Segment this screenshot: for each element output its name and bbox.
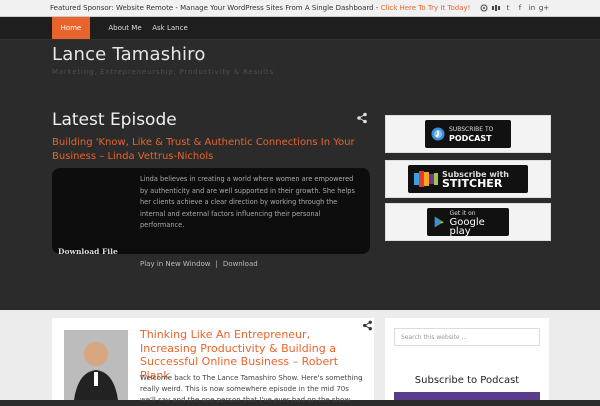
google-play-line2: Google play	[449, 216, 485, 237]
nav-about[interactable]: About Me	[108, 17, 142, 39]
link-separator: |	[215, 260, 218, 268]
sponsor-bar: Featured Sponsor: Website Remote - Manag…	[0, 0, 600, 17]
stitcher-line2: STITCHER	[442, 177, 503, 190]
download-link[interactable]: Download	[223, 260, 258, 268]
post-author-photo[interactable]	[64, 330, 128, 400]
itunes-subscribe-badge[interactable]: SUBSCRIBE TO PODCAST	[385, 115, 551, 153]
subscribe-heading: Subscribe to Podcast	[414, 375, 520, 386]
episode-description: Linda believes in creating a world where…	[140, 175, 355, 229]
latest-episode-heading: Latest Episode	[52, 110, 177, 130]
main-nav: Home About Me Ask Lance	[0, 17, 600, 40]
stitcher-icon[interactable]	[492, 4, 500, 12]
sponsor-link[interactable]: Click Here To Try It Today!	[381, 4, 471, 12]
nav-home[interactable]: Home	[52, 17, 90, 39]
linkedin-icon[interactable]: in	[528, 4, 536, 12]
download-file-button[interactable]: Download File	[58, 247, 118, 256]
nav-ask[interactable]: Ask Lance	[150, 17, 190, 39]
post-excerpt: Welcome back to The Lance Tamashiro Show…	[140, 374, 363, 404]
sponsor-text: Featured Sponsor: Website Remote - Manag…	[50, 4, 471, 12]
episode-title-link[interactable]: Building 'Know, Like & Trust & Authentic…	[52, 136, 372, 164]
stitcher-logo-icon	[414, 171, 438, 187]
google-plus-icon[interactable]: g+	[539, 4, 549, 12]
player-links: Play in New Window | Download	[140, 260, 258, 268]
post-share-icon[interactable]	[362, 320, 373, 331]
play-new-window-link[interactable]: Play in New Window	[140, 260, 211, 268]
sidebar: Search this website ... Subscribe to Pod…	[385, 318, 549, 400]
site-tagline: Marketing, Entrepreneurship, Productivit…	[52, 68, 274, 76]
search-input[interactable]: Search this website ...	[394, 328, 540, 346]
itunes-line1: SUBSCRIBE TO	[449, 126, 494, 133]
podcast-icon[interactable]	[480, 4, 488, 12]
google-play-badge[interactable]: Get it on Google play	[385, 203, 551, 241]
facebook-icon[interactable]: f	[516, 4, 524, 12]
audio-player[interactable]: Linda believes in creating a world where…	[52, 168, 370, 256]
post-card: Thinking Like An Entrepreneur, Increasin…	[52, 318, 374, 404]
site-title[interactable]: Lance Tamashiro	[52, 44, 206, 65]
itunes-icon	[431, 127, 445, 141]
share-icon[interactable]	[356, 112, 368, 124]
social-icons: t f in g+	[480, 0, 549, 16]
google-play-icon	[434, 216, 444, 228]
itunes-line2: PODCAST	[449, 134, 492, 143]
subscribe-widget[interactable]	[394, 392, 540, 400]
twitter-icon[interactable]: t	[504, 4, 512, 12]
stitcher-subscribe-badge[interactable]: Subscribe with STITCHER	[385, 160, 551, 198]
